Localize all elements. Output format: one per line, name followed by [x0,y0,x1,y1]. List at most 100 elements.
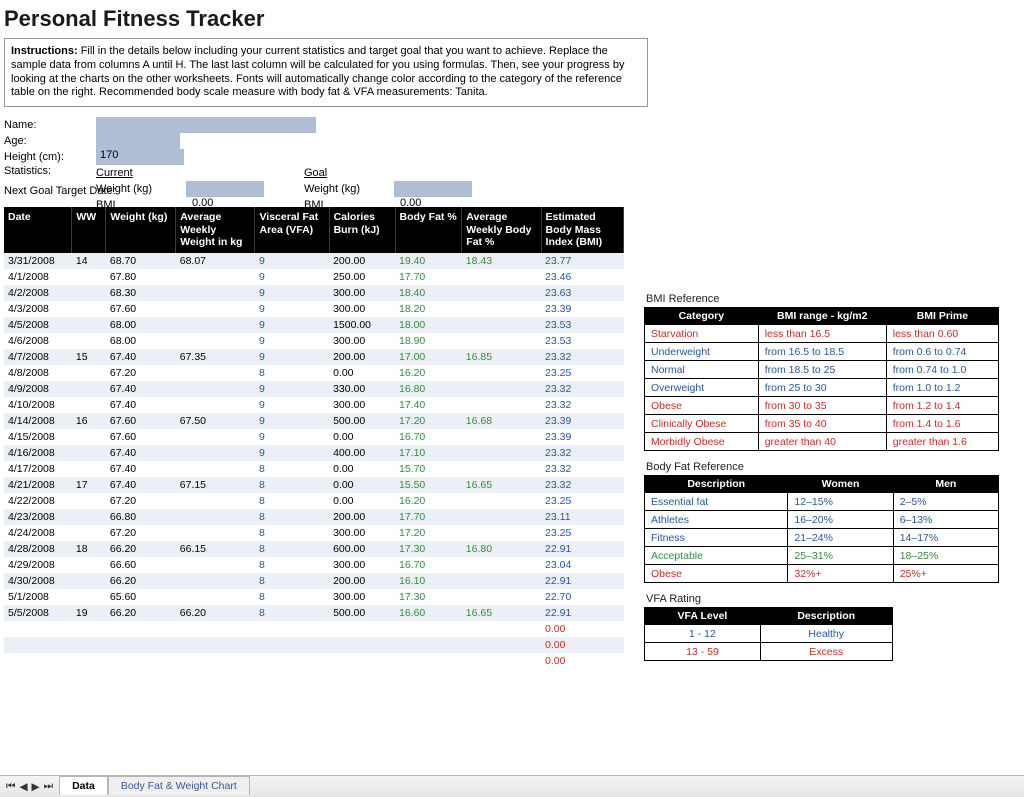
cell[interactable] [329,637,395,653]
name-input[interactable] [96,117,316,133]
cell[interactable]: 67.60 [106,413,176,429]
cell[interactable] [176,509,255,525]
cell[interactable] [462,653,541,669]
cell[interactable]: 9 [255,333,329,349]
cell[interactable]: 68.30 [106,285,176,301]
cell[interactable]: 23.25 [541,525,623,541]
cell[interactable]: 8 [255,541,329,557]
cell[interactable] [176,445,255,461]
cell[interactable]: 15 [72,349,106,365]
table-row[interactable]: 0.00 [4,637,624,653]
cell[interactable] [72,397,106,413]
cell[interactable]: 4/5/2008 [4,317,72,333]
cell[interactable] [72,493,106,509]
cell[interactable]: 23.32 [541,461,623,477]
cell[interactable] [176,429,255,445]
cell[interactable] [462,301,541,317]
table-row[interactable]: 4/21/20081767.4067.1580.0015.5016.6523.3… [4,477,624,493]
cell[interactable]: 200.00 [329,253,395,269]
cell[interactable] [176,397,255,413]
cell[interactable]: 8 [255,509,329,525]
cell[interactable] [462,333,541,349]
cell[interactable] [72,557,106,573]
cell[interactable]: 400.00 [329,445,395,461]
cell[interactable]: 18.90 [395,333,462,349]
cell[interactable]: 68.70 [106,253,176,269]
cell[interactable]: 300.00 [329,525,395,541]
cell[interactable] [395,621,462,637]
cell[interactable]: 16 [72,413,106,429]
table-row[interactable]: 4/1/200867.809250.0017.7023.46 [4,269,624,285]
cell[interactable] [72,621,106,637]
cell[interactable]: 68.07 [176,253,255,269]
cell[interactable]: 4/30/2008 [4,573,72,589]
cell[interactable] [176,269,255,285]
table-row[interactable]: 0.00 [4,653,624,669]
tab-next-icon[interactable]: ▶ [32,781,40,793]
cell[interactable]: 9 [255,413,329,429]
cell[interactable]: 68.00 [106,333,176,349]
cell[interactable] [255,653,329,669]
table-row[interactable]: 3/31/20081468.7068.079200.0019.4018.4323… [4,253,624,269]
cell[interactable]: 18.20 [395,301,462,317]
cell[interactable]: 22.70 [541,589,623,605]
cell[interactable] [462,269,541,285]
tab-data[interactable]: Data [59,776,108,795]
cell[interactable]: 22.91 [541,605,623,621]
height-input[interactable]: 170 [96,149,184,165]
cell[interactable] [462,621,541,637]
cell[interactable]: 23.39 [541,413,623,429]
cell[interactable]: 9 [255,381,329,397]
cell[interactable]: 66.20 [106,541,176,557]
cell[interactable] [72,317,106,333]
cell[interactable]: 500.00 [329,413,395,429]
cell[interactable]: 3/31/2008 [4,253,72,269]
cell[interactable]: 67.20 [106,365,176,381]
cell[interactable]: 300.00 [329,397,395,413]
tab-prev-icon[interactable]: ◀ [19,781,27,793]
table-row[interactable]: 4/28/20081866.2066.158600.0017.3016.8022… [4,541,624,557]
cell[interactable] [462,429,541,445]
cell[interactable]: 0.00 [329,461,395,477]
cell[interactable]: 17.40 [395,397,462,413]
cell[interactable]: 9 [255,429,329,445]
cell[interactable]: 18 [72,541,106,557]
cell[interactable]: 16.80 [395,381,462,397]
cell[interactable]: 66.20 [176,605,255,621]
table-row[interactable]: 4/17/200867.4080.0015.7023.32 [4,461,624,477]
table-row[interactable]: 4/2/200868.309300.0018.4023.63 [4,285,624,301]
table-row[interactable]: 4/8/200867.2080.0016.2023.25 [4,365,624,381]
cell[interactable]: 16.20 [395,493,462,509]
cell[interactable]: 66.60 [106,557,176,573]
cell[interactable] [329,653,395,669]
cell[interactable] [176,333,255,349]
table-row[interactable]: 4/29/200866.608300.0016.7023.04 [4,557,624,573]
cell[interactable]: 67.20 [106,493,176,509]
cell[interactable]: 67.40 [106,477,176,493]
cell[interactable]: 4/22/2008 [4,493,72,509]
cell[interactable]: 17.00 [395,349,462,365]
cell[interactable]: 600.00 [329,541,395,557]
cell[interactable]: 15.70 [395,461,462,477]
cell[interactable]: 23.25 [541,365,623,381]
cell[interactable] [462,573,541,589]
cell[interactable]: 17.70 [395,269,462,285]
cell[interactable]: 66.15 [176,541,255,557]
cell[interactable]: 300.00 [329,557,395,573]
cell[interactable]: 16.65 [462,477,541,493]
table-row[interactable]: 4/5/200868.0091500.0018.0023.53 [4,317,624,333]
cell[interactable]: 8 [255,589,329,605]
cell[interactable]: 4/16/2008 [4,445,72,461]
cell[interactable] [395,637,462,653]
cell[interactable]: 23.53 [541,333,623,349]
cell[interactable]: 15.50 [395,477,462,493]
table-row[interactable]: 4/23/200866.808200.0017.7023.11 [4,509,624,525]
cell[interactable]: 0.00 [541,621,623,637]
cell[interactable] [462,285,541,301]
cell[interactable] [255,637,329,653]
cell[interactable]: 17.20 [395,525,462,541]
cell[interactable] [176,461,255,477]
cell[interactable]: 23.04 [541,557,623,573]
cell[interactable]: 4/15/2008 [4,429,72,445]
cell[interactable]: 300.00 [329,589,395,605]
